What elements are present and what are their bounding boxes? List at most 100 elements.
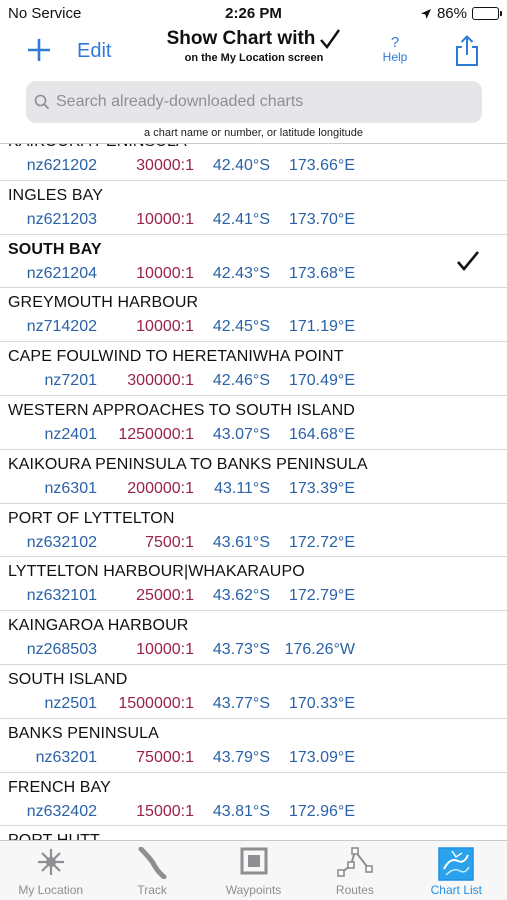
tab-my-location[interactable]: My Location — [0, 841, 101, 900]
nav-title: Show Chart with — [167, 28, 342, 50]
chart-name: FRENCH BAY — [8, 778, 111, 796]
search-icon — [34, 94, 50, 110]
location-arrow-icon — [420, 8, 431, 19]
search-bar — [26, 81, 482, 123]
chart-code: nz2401 — [44, 425, 98, 443]
chart-code: nz632402 — [26, 802, 97, 820]
chart-name: KAIKOURA PENINSULA — [8, 144, 187, 151]
chart-code: nz632102 — [26, 533, 97, 551]
status-right: 86% — [420, 5, 502, 22]
chart-longitude: 173.66°E — [288, 157, 355, 174]
chart-scale: 25000:1 — [136, 587, 194, 605]
chart-longitude: 172.79°E — [288, 587, 355, 605]
edit-button[interactable]: Edit — [77, 40, 111, 63]
tab-label: Waypoints — [225, 883, 282, 897]
share-icon[interactable] — [452, 34, 482, 68]
chart-row[interactable]: SOUTH ISLAND nz2501 1500000:1 43.77°S 170.33… — [0, 665, 507, 719]
search-input[interactable] — [56, 93, 456, 111]
chart-latitude: 43.07°S — [212, 425, 270, 443]
chart-longitude: 173.68°E — [288, 264, 355, 282]
chart-latitude: 42.43°S — [212, 264, 270, 282]
chart-name: KAINGAROA HARBOUR — [8, 617, 189, 635]
chart-list[interactable]: KAIKOURA PENINSULA nz621202 30000:1 42.40°S… — [0, 143, 507, 840]
chart-scale: 30000:1 — [136, 157, 194, 174]
chart-longitude: 164.68°E — [288, 425, 355, 443]
chart-list-icon — [438, 847, 475, 881]
chart-longitude: 173.09°E — [288, 748, 355, 766]
search-hint: a chart name or number, or latitude long… — [144, 127, 363, 139]
chart-row[interactable]: KAIKOURA PENINSULA nz621202 30000:1 42.40°S… — [0, 144, 507, 181]
chart-scale: 7500:1 — [145, 533, 194, 551]
chart-code: nz63201 — [35, 748, 97, 766]
tab-chart-list[interactable]: Chart List — [406, 841, 507, 900]
chart-longitude: 170.33°E — [288, 694, 355, 712]
chart-row[interactable]: FRENCH BAY nz632402 15000:1 43.81°S 172.96°E — [0, 773, 507, 827]
tab-label: Track — [137, 883, 167, 897]
chart-latitude: 43.81°S — [212, 802, 270, 820]
selected-checkmark-icon — [457, 250, 480, 271]
chart-name: SOUTH ISLAND — [8, 670, 128, 688]
chart-scale: 75000:1 — [136, 748, 194, 766]
chart-list-content: KAIKOURA PENINSULA nz621202 30000:1 42.40°S… — [0, 144, 507, 840]
chart-name: PORT HUTT — [8, 832, 100, 840]
plus-icon[interactable] — [24, 32, 54, 66]
chart-latitude: 42.45°S — [212, 318, 270, 336]
show-chart-toggle[interactable]: Show Chart with on the My Location scree… — [140, 28, 368, 64]
chart-longitude: 172.72°E — [288, 533, 355, 551]
help-button[interactable]: ? Help — [376, 34, 414, 64]
chart-name: INGLES BAY — [8, 186, 103, 204]
chart-row[interactable]: CAPE FOULWIND TO HERETANIWHA POINT nz7201… — [0, 342, 507, 396]
chart-name: WESTERN APPROACHES TO SOUTH ISLAND — [8, 401, 355, 419]
battery-percent: 86% — [436, 5, 467, 22]
chart-longitude: 173.39°E — [288, 479, 355, 497]
nav-title-text: Show Chart with — [166, 28, 316, 49]
status-bar: No Service 2:26 PM 86% — [0, 0, 507, 26]
chart-code: nz621202 — [26, 157, 97, 174]
chart-row[interactable]: SOUTH BAY nz621204 10000:1 42.43°S 173.68°E — [0, 235, 507, 289]
chart-row[interactable]: BANKS PENINSULA nz63201 75000:1 43.79°S 173.… — [0, 719, 507, 773]
battery-icon — [472, 7, 502, 20]
tab-label: My Location — [18, 883, 84, 897]
chart-code: nz621204 — [26, 264, 97, 282]
chart-scale: 1250000:1 — [118, 425, 194, 443]
chart-code: nz268503 — [26, 641, 97, 659]
tab-waypoints[interactable]: Waypoints — [203, 841, 304, 900]
chart-longitude: 173.70°E — [288, 210, 355, 228]
chart-row[interactable]: PORT OF LYTTELTON nz632102 7500:1 43.61°S 17… — [0, 504, 507, 558]
chart-row[interactable]: GREYMOUTH HARBOUR nz714202 10000:1 42.45°S 1… — [0, 288, 507, 343]
chart-name: BANKS PENINSULA — [8, 724, 159, 742]
tab-track[interactable]: Track — [101, 841, 202, 900]
route-icon — [337, 847, 373, 877]
chart-code: nz6301 — [44, 479, 98, 497]
chart-name: PORT OF LYTTELTON — [8, 509, 175, 527]
chart-scale: 10000:1 — [136, 318, 194, 336]
chart-scale: 300000:1 — [127, 372, 194, 390]
chart-row[interactable]: INGLES BAY nz621203 10000:1 42.41°S 173.70°E — [0, 181, 507, 235]
tab-label: Routes — [335, 883, 374, 897]
chart-scale: 15000:1 — [136, 802, 194, 820]
chart-row[interactable]: WESTERN APPROACHES TO SOUTH ISLAND nz2401… — [0, 396, 507, 450]
chart-scale: 1500000:1 — [118, 694, 194, 712]
chart-row[interactable]: LYTTELTON HARBOUR|WHAKARAUPO nz632101 2500… — [0, 557, 507, 612]
chart-latitude: 42.46°S — [212, 372, 270, 390]
checkmark-icon — [320, 29, 341, 49]
tab-routes[interactable]: Routes — [304, 841, 405, 900]
chart-row[interactable]: KAIKOURA PENINSULA TO BANKS PENINSULA nz6… — [0, 450, 507, 504]
chart-scale: 200000:1 — [127, 479, 194, 497]
navigation-bar: Edit Show Chart with on the My Location … — [0, 26, 507, 76]
chart-name: CAPE FOULWIND TO HERETANIWHA POINT — [8, 348, 344, 366]
chart-latitude: 43.62°S — [212, 587, 270, 605]
waypoint-icon — [240, 847, 268, 875]
nav-subtitle: on the My Location screen — [184, 52, 324, 64]
chart-row[interactable]: PORT HUTT — [0, 826, 507, 840]
chart-longitude: 171.19°E — [288, 318, 355, 336]
sun-icon — [37, 849, 64, 875]
chart-name: LYTTELTON HARBOUR|WHAKARAUPO — [8, 563, 305, 581]
chart-latitude: 43.73°S — [212, 641, 270, 659]
chart-latitude: 42.41°S — [212, 210, 270, 228]
chart-longitude: 176.26°W — [284, 641, 355, 659]
tab-bar: My Location Track Waypoints Routes Chart… — [0, 840, 507, 900]
chart-row[interactable]: KAINGAROA HARBOUR nz268503 10000:1 43.73°S 1… — [0, 611, 507, 665]
chart-latitude: 43.79°S — [212, 748, 270, 766]
question-icon: ? — [390, 34, 400, 51]
